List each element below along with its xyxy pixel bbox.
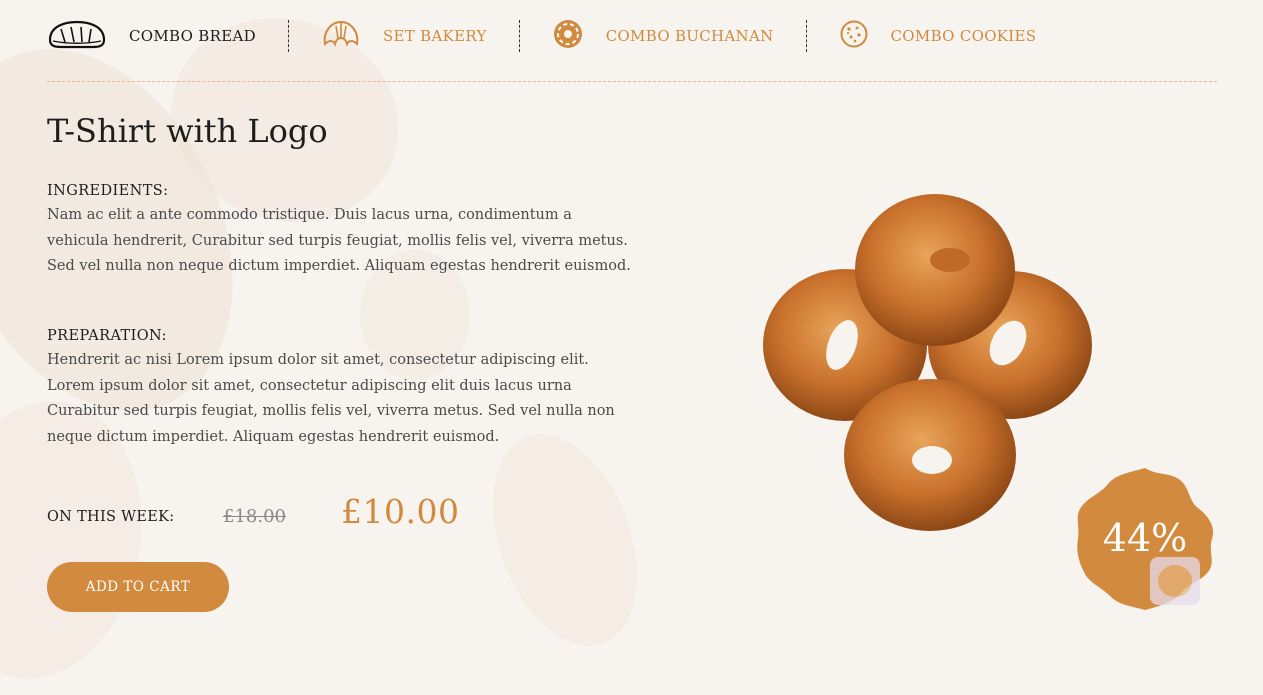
tab-combo-bread[interactable]: COMBO BREAD [47,18,256,54]
tab-set-bakery[interactable]: SET BAKERY [321,18,487,54]
ingredients-text: Nam ac elit a ante commodo tristique. Du… [47,207,631,274]
tab-divider [805,20,807,52]
donut-icon [552,18,584,54]
add-to-cart-button[interactable]: ADD TO CART [47,562,229,612]
tab-combo-cookies[interactable]: COMBO COOKIES [839,19,1037,53]
croissant-icon [321,18,361,54]
tab-label: COMBO BREAD [129,27,256,45]
tab-divider [287,20,289,52]
bread-icon [47,18,107,54]
on-this-week-label: ON THIS WEEK: [47,509,175,525]
tab-label: SET BAKERY [382,27,487,45]
tab-combo-buchanan[interactable]: COMBO BUCHANAN [552,18,774,54]
scroll-to-top-button[interactable] [1150,557,1200,605]
cookie-icon [839,19,869,53]
tab-label: COMBO BUCHANAN [605,27,774,45]
old-price: £18.00 [223,506,286,527]
product-title: T-Shirt with Logo [47,112,328,150]
bagels-image [750,185,1100,535]
background-bread-shape [466,414,664,666]
sale-price: £10.00 [341,492,460,531]
preparation-label: PREPARATION: [47,328,167,344]
tab-divider [518,20,520,52]
tab-label: COMBO COOKIES [890,27,1037,45]
ingredients-label: INGREDIENTS: [47,183,169,199]
scroll-top-icon [1158,565,1192,597]
category-tabs: COMBO BREAD SET BAKERY COMBO BUCHANAN CO… [47,14,1036,58]
tabs-divider-line [47,81,1217,82]
discount-percent: 44% [1102,516,1188,560]
preparation-text: Hendrerit ac nisi Lorem ipsum dolor sit … [47,352,615,445]
